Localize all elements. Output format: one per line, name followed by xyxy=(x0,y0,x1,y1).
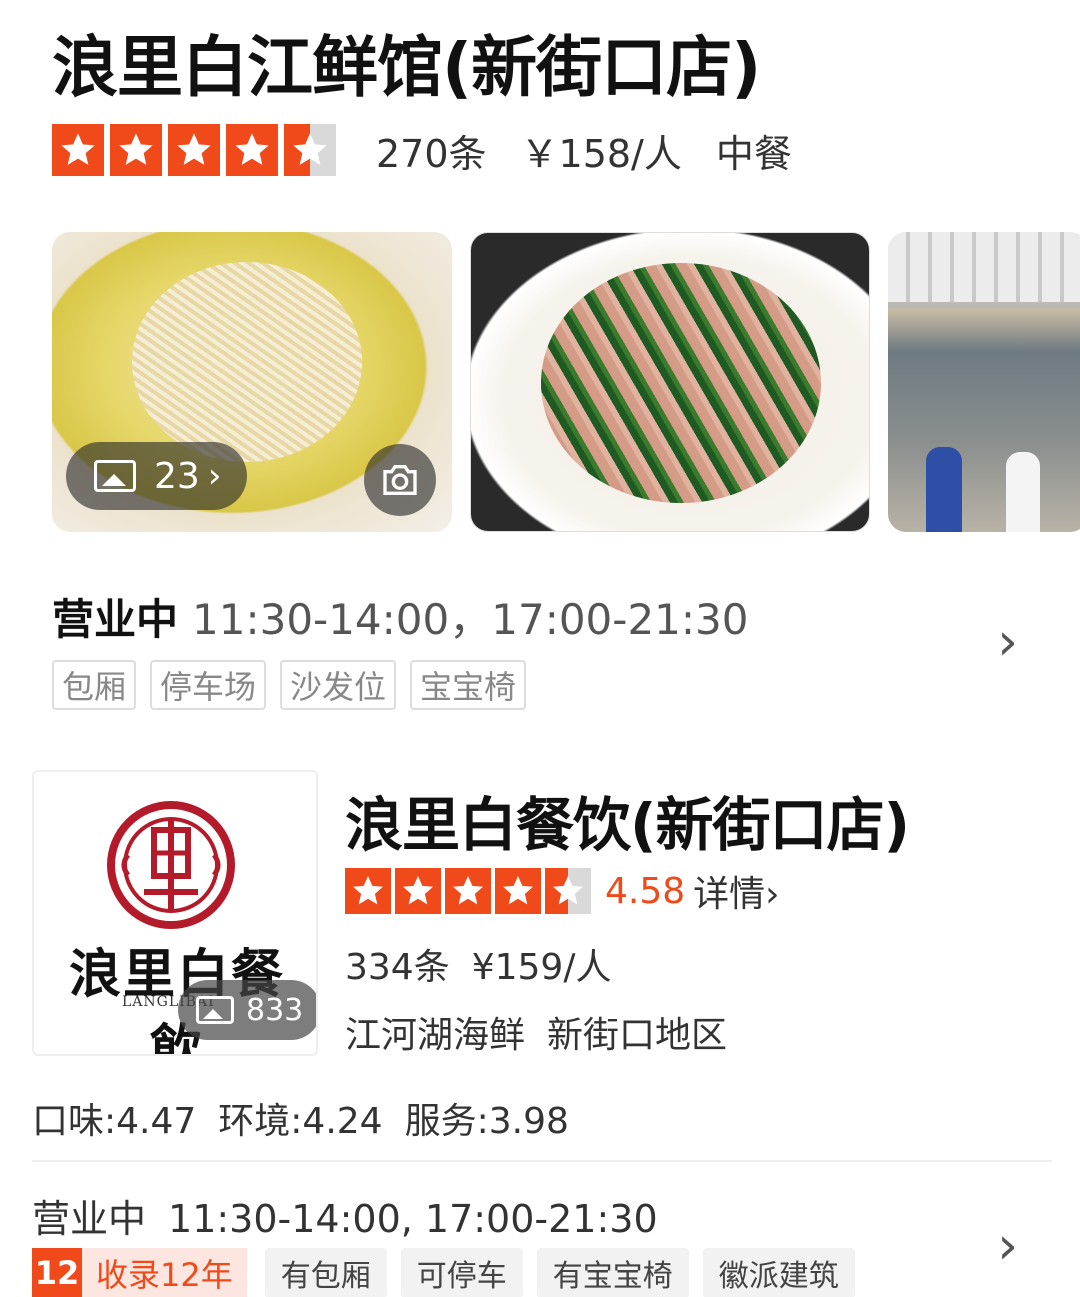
business-hours: 11:30-14:00，17:00-21:30 xyxy=(192,595,749,644)
half-star-icon xyxy=(284,124,336,176)
listing-2-category-row: 江河湖海鲜 新街口地区 xyxy=(345,1006,727,1058)
noodle-dish-graphic xyxy=(132,262,362,462)
chevron-right-icon[interactable]: › xyxy=(997,612,1018,672)
star-rating xyxy=(52,124,342,176)
district: 新街口地区 xyxy=(547,1015,728,1056)
feature-tag: 有宝宝椅 xyxy=(536,1248,689,1297)
food-photo-noodles[interactable]: 23 › xyxy=(52,232,452,532)
photo-count-button[interactable]: 833 xyxy=(178,980,316,1040)
half-star-icon xyxy=(545,868,591,914)
facility-tag: 包厢 xyxy=(52,660,137,710)
star-icon xyxy=(445,868,491,914)
divider xyxy=(32,1160,1052,1162)
star-icon xyxy=(110,124,162,176)
business-hours: 11:30-14:00, 17:00-21:30 xyxy=(168,1197,658,1241)
photo-count-button[interactable]: 23 › xyxy=(66,442,248,510)
review-count[interactable]: 334条 xyxy=(345,947,450,988)
sub-scores: 口味:4.47 环境:4.24 服务:3.98 xyxy=(32,1092,569,1144)
business-hours-row[interactable]: 营业中 11:30-14:00，17:00-21:30 xyxy=(52,586,748,647)
review-count[interactable]: 270条 xyxy=(376,123,487,178)
camera-button[interactable] xyxy=(364,444,436,516)
chevron-right-icon: › xyxy=(207,456,222,496)
facility-tags: 包厢 停车场 沙发位 宝宝椅 xyxy=(52,660,540,710)
chevron-right-icon[interactable]: › xyxy=(997,1216,1018,1276)
greens-dish-graphic xyxy=(541,263,821,503)
star-icon xyxy=(395,868,441,914)
feature-tag: 有包厢 xyxy=(264,1248,387,1297)
listing-1-title[interactable]: 浪里白江鲜馆(新街口店) xyxy=(52,14,761,110)
open-status: 营业中 xyxy=(52,595,179,644)
years-number: 12 xyxy=(32,1248,82,1297)
rating-score: 4.58 xyxy=(605,870,686,912)
listing-1-rating-row: 270条 ￥158/人 中餐 xyxy=(52,124,792,176)
photo-carousel[interactable]: 23 › xyxy=(52,232,1080,532)
food-photo-greens[interactable] xyxy=(470,232,870,532)
photo-count-value: 23 xyxy=(154,455,200,497)
business-hours-row[interactable]: 营业中 11:30-14:00, 17:00-21:30 xyxy=(32,1188,658,1243)
environment-score: 环境:4.24 xyxy=(218,1101,383,1142)
restaurant-logo-card[interactable]: 浪里白餐飲 LANGLIBAI 833 xyxy=(32,770,318,1056)
cuisine-category: 江河湖海鲜 xyxy=(345,1015,526,1056)
price-per-person: ¥159/人 xyxy=(471,947,612,988)
storefront-photo[interactable] xyxy=(888,232,1080,532)
taste-score: 口味:4.47 xyxy=(32,1101,197,1142)
star-icon xyxy=(495,868,541,914)
image-icon xyxy=(196,996,234,1024)
camera-icon xyxy=(383,465,417,495)
storefront-sign-graphic xyxy=(888,232,1080,302)
star-icon xyxy=(345,868,391,914)
star-icon xyxy=(52,124,104,176)
listing-2-title[interactable]: 浪里白餐饮(新街口店) xyxy=(345,778,910,862)
cuisine-type: 中餐 xyxy=(715,131,792,176)
price-per-person: ￥158/人 xyxy=(520,131,682,176)
facility-tag: 停车场 xyxy=(150,660,267,710)
star-icon xyxy=(226,124,278,176)
star-rating xyxy=(345,868,595,914)
listing-2-rating-row[interactable]: 4.58 详情› xyxy=(345,865,780,917)
feature-tags: 12 收录12年 有包厢 可停车 有宝宝椅 徽派建筑 xyxy=(32,1248,869,1297)
chevron-right-icon: › xyxy=(765,874,780,915)
image-icon xyxy=(94,460,136,492)
service-score: 服务:3.98 xyxy=(404,1101,569,1142)
listed-years-badge: 12 收录12年 xyxy=(32,1248,247,1297)
photo-count-value: 833 xyxy=(246,992,304,1028)
open-status: 营业中 xyxy=(32,1197,147,1241)
facility-tag: 宝宝椅 xyxy=(410,660,527,710)
facility-tag: 沙发位 xyxy=(280,660,397,710)
feature-tag: 可停车 xyxy=(400,1248,523,1297)
person-graphic xyxy=(926,447,962,532)
listing-2-meta: 334条 ¥159/人 xyxy=(345,938,611,990)
restaurant-logo-seal xyxy=(107,801,235,929)
details-label: 详情 xyxy=(693,874,766,915)
star-icon xyxy=(168,124,220,176)
person-graphic xyxy=(1006,452,1040,532)
years-label: 收录12年 xyxy=(82,1248,247,1297)
details-link[interactable]: 详情› xyxy=(693,865,779,917)
feature-tag: 徽派建筑 xyxy=(702,1248,855,1297)
